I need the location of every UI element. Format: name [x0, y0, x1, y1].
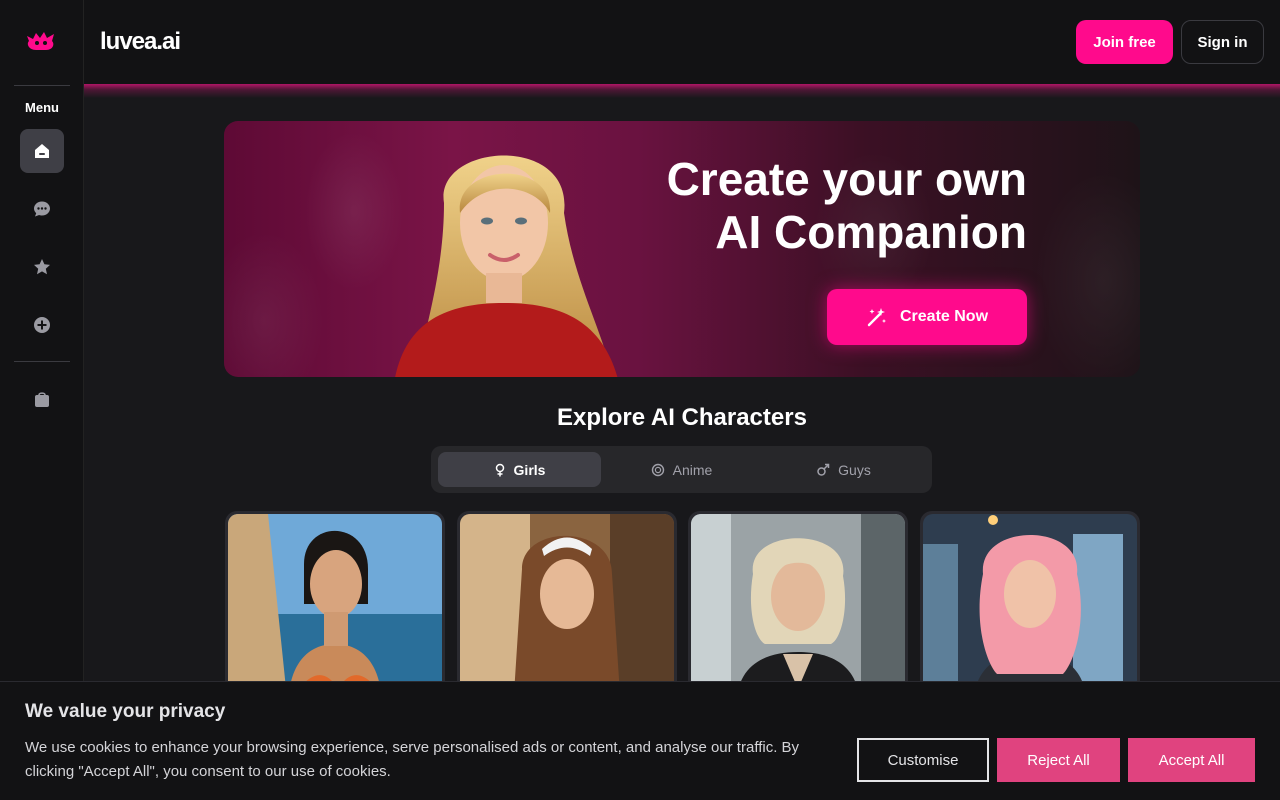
- top-header: luvea.ai Join free Sign in: [84, 0, 1280, 84]
- shopping-bag-icon: [35, 392, 49, 407]
- tab-label: Girls: [513, 461, 546, 478]
- sidebar-item-shop[interactable]: [20, 377, 64, 421]
- sidebar-item-create[interactable]: [20, 303, 64, 347]
- hero-title-line2: AI Companion: [715, 206, 1027, 258]
- sidebar-item-favorites[interactable]: [20, 245, 64, 289]
- create-now-label: Create Now: [899, 308, 989, 325]
- join-free-button[interactable]: Join free: [1076, 20, 1173, 64]
- category-tabs: Girls Anime Guys: [431, 446, 932, 493]
- explore-title: Explore AI Characters: [557, 404, 807, 431]
- sidebar-divider: [14, 85, 70, 86]
- star-icon: [34, 259, 50, 275]
- cookie-description: We use cookies to enhance your browsing …: [25, 739, 800, 780]
- tab-label: Guys: [838, 461, 871, 478]
- anime-icon: [651, 463, 664, 476]
- hero-banner: Create your own AI Companion Create Now: [224, 121, 1140, 377]
- home-icon: [35, 144, 49, 158]
- accept-all-button[interactable]: Accept All: [1128, 738, 1255, 782]
- sidebar-item-home[interactable]: [20, 129, 64, 173]
- brand-logo[interactable]: luvea.ai: [100, 28, 181, 56]
- hero-companion-image: [395, 155, 618, 377]
- character-image: [691, 514, 905, 708]
- sign-in-button[interactable]: Sign in: [1181, 20, 1264, 64]
- tab-anime[interactable]: Anime: [600, 452, 763, 487]
- cookie-consent-banner: We value your privacy We use cookies to …: [0, 681, 1280, 800]
- magic-wand-icon: [867, 308, 886, 327]
- cookie-title: We value your privacy: [25, 701, 226, 722]
- plus-circle-icon: [34, 317, 50, 333]
- tab-guys[interactable]: Guys: [762, 452, 925, 487]
- sidebar: Menu: [0, 0, 84, 800]
- hero-title-line1: Create your own: [666, 153, 1027, 205]
- hero-title: Create your own AI Companion: [667, 153, 1027, 259]
- character-image: [923, 514, 1137, 708]
- tab-girls[interactable]: Girls: [438, 452, 601, 487]
- header-glow-divider: [84, 84, 1280, 98]
- luvea-logo-icon[interactable]: [24, 28, 58, 54]
- menu-label: Menu: [25, 100, 59, 115]
- create-now-button[interactable]: Create Now: [827, 289, 1027, 345]
- chat-icon: [34, 201, 50, 217]
- reject-all-button[interactable]: Reject All: [997, 738, 1120, 782]
- sidebar-item-chat[interactable]: [20, 187, 64, 231]
- tab-label: Anime: [672, 461, 713, 478]
- sidebar-divider: [14, 361, 70, 362]
- female-icon: [495, 463, 504, 476]
- character-image: [228, 514, 442, 708]
- male-icon: [817, 463, 830, 476]
- character-image: [460, 514, 674, 708]
- customise-button[interactable]: Customise: [857, 738, 989, 782]
